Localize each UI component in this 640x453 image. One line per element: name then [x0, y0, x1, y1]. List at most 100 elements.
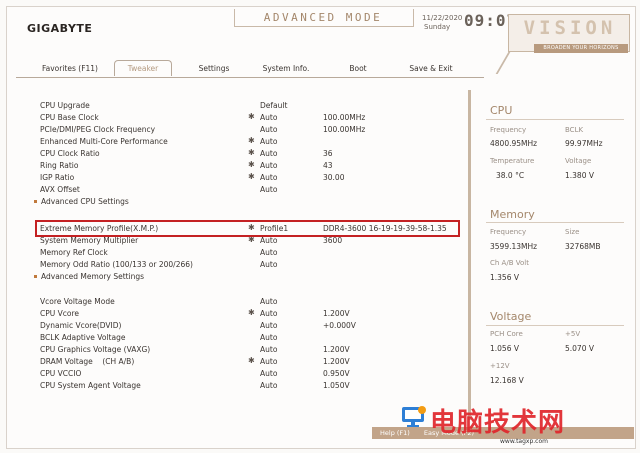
setting-value: 43: [323, 161, 333, 170]
setting-value: 100.00MHz: [323, 113, 366, 122]
setting-cpu-base-clock[interactable]: CPU Base Clock ✱ Auto 100.00MHz: [34, 112, 464, 124]
monitor-divider: [468, 90, 471, 420]
setting-label: Advanced CPU Settings: [41, 197, 129, 206]
setting-dram-voltage[interactable]: DRAM Voltage (CH A/B) ✱ Auto 1.200V: [34, 356, 464, 368]
setting-option: Auto: [260, 381, 278, 390]
setting-option: Auto: [260, 357, 278, 366]
setting-value: 30.00: [323, 173, 345, 182]
star-icon: ✱: [248, 160, 255, 169]
cpu-temperature-value: 38.0 °C: [496, 171, 525, 180]
setting-option: Auto: [260, 185, 278, 194]
xmp-highlight-box: [35, 220, 460, 237]
memory-size-label: Size: [565, 228, 580, 236]
watermark: 电脑技术网: [430, 408, 566, 438]
setting-label: CPU Base Clock: [40, 113, 99, 122]
setting-option: Auto: [260, 321, 278, 330]
setting-option: Auto: [260, 149, 278, 158]
page-title: ADVANCED MODE: [263, 11, 383, 24]
setting-label: CPU Vcore: [40, 309, 80, 318]
memory-chab-label: Ch A/B Volt: [490, 259, 529, 267]
setting-memory-odd-ratio[interactable]: Memory Odd Ratio (100/133 or 200/266) Aut…: [34, 259, 464, 271]
v5-label: +5V: [565, 330, 581, 338]
tab-settings[interactable]: Settings: [194, 64, 234, 76]
tab-tweaker[interactable]: Tweaker: [114, 60, 172, 76]
setting-option: Auto: [260, 173, 278, 182]
memory-frequency-value: 3599.13MHz: [490, 242, 538, 251]
submenu-bullet-icon: [34, 200, 37, 203]
brand-tagline: BROADEN YOUR HORIZONS: [543, 45, 619, 51]
setting-avx-offset[interactable]: AVX Offset Auto: [34, 184, 464, 196]
setting-memory-ref-clock[interactable]: Memory Ref Clock Auto: [34, 247, 464, 259]
section-divider: [486, 222, 624, 223]
setting-option: Auto: [260, 161, 278, 170]
star-icon: ✱: [248, 112, 255, 121]
setting-option: Auto: [260, 125, 278, 134]
cpu-frequency-value: 4800.95MHz: [490, 139, 538, 148]
memory-chab-value: 1.356 V: [490, 273, 519, 282]
setting-value: 100.00MHz: [323, 125, 366, 134]
cpu-voltage-value: 1.380 V: [565, 171, 594, 180]
submenu-advanced-cpu[interactable]: Advanced CPU Settings: [34, 196, 464, 208]
star-icon: ✱: [248, 136, 255, 145]
setting-option: Auto: [260, 309, 278, 318]
setting-label: Ring Ratio: [40, 161, 79, 170]
voltage-section-title: Voltage: [490, 310, 532, 323]
gigabyte-logo: GIGABYTE: [27, 22, 93, 35]
star-icon: ✱: [248, 308, 255, 317]
setting-bclk-adaptive[interactable]: BCLK Adaptive Voltage Auto: [34, 332, 464, 344]
setting-option: Auto: [260, 113, 278, 122]
cpu-bclk-value: 99.97MHz: [565, 139, 603, 148]
tab-system-info[interactable]: System Info.: [260, 64, 312, 76]
tab-bar: Favorites (F11) Tweaker Settings System …: [16, 60, 484, 78]
setting-option: Auto: [260, 345, 278, 354]
tab-save-exit[interactable]: Save & Exit: [406, 64, 456, 76]
brand-logo: VISION: [523, 17, 617, 39]
setting-value: 1.200V: [323, 357, 350, 366]
setting-label: IGP Ratio: [40, 173, 75, 182]
setting-option: Auto: [260, 333, 278, 342]
memory-size-value: 32768MB: [565, 242, 601, 251]
pch-core-value: 1.056 V: [490, 344, 519, 353]
setting-dynamic-vcore[interactable]: Dynamic Vcore(DVID) Auto +0.000V: [34, 320, 464, 332]
cpu-section-title: CPU: [490, 104, 513, 117]
setting-label: DRAM Voltage (CH A/B): [40, 357, 135, 366]
setting-value: 1.050V: [323, 381, 350, 390]
setting-value: 1.200V: [323, 345, 350, 354]
setting-option: Auto: [260, 260, 278, 269]
setting-cpu-vccio[interactable]: CPU VCCIO Auto 0.950V: [34, 368, 464, 380]
v5-value: 5.070 V: [565, 344, 594, 353]
setting-system-agent-voltage[interactable]: CPU System Agent Voltage Auto 1.050V: [34, 380, 464, 392]
watermark-monitor-icon: [402, 406, 426, 427]
setting-label: Advanced Memory Settings: [41, 272, 145, 281]
memory-frequency-label: Frequency: [490, 228, 527, 236]
tab-boot[interactable]: Boot: [344, 64, 372, 76]
setting-label: Dynamic Vcore(DVID): [40, 321, 122, 330]
setting-label: CPU Upgrade: [40, 101, 90, 110]
watermark-url: www.tagxp.com: [500, 438, 548, 445]
cpu-voltage-label: Voltage: [565, 157, 592, 165]
memory-section-title: Memory: [490, 208, 535, 221]
setting-value: 1.200V: [323, 309, 350, 318]
setting-option: Auto: [260, 248, 278, 257]
section-divider: [486, 325, 624, 326]
setting-value: +0.000V: [323, 321, 356, 330]
cpu-temperature-label: Temperature: [490, 157, 535, 165]
setting-label: CPU Clock Ratio: [40, 149, 100, 158]
setting-value: 36: [323, 149, 333, 158]
setting-label: PCIe/DMI/PEG Clock Frequency: [40, 125, 156, 134]
setting-cpu-vcore[interactable]: CPU Vcore ✱ Auto 1.200V: [34, 308, 464, 320]
pch-core-label: PCH Core: [490, 330, 523, 338]
setting-label: AVX Offset: [40, 185, 80, 194]
date-display: 11/22/2020 Sunday: [422, 14, 462, 32]
help-button[interactable]: Help (F1): [380, 429, 410, 437]
setting-label: Enhanced Multi-Core Performance: [40, 137, 168, 146]
v12-value: 12.168 V: [490, 376, 524, 385]
setting-igp-ratio[interactable]: IGP Ratio ✱ Auto 30.00: [34, 172, 464, 184]
tab-favorites[interactable]: Favorites (F11): [40, 64, 100, 76]
setting-label: Memory Ref Clock: [40, 248, 108, 257]
cpu-bclk-label: BCLK: [565, 126, 584, 134]
section-divider: [486, 119, 624, 120]
star-icon: ✱: [248, 172, 255, 181]
submenu-advanced-memory[interactable]: Advanced Memory Settings: [34, 271, 464, 283]
star-icon: ✱: [248, 356, 255, 365]
